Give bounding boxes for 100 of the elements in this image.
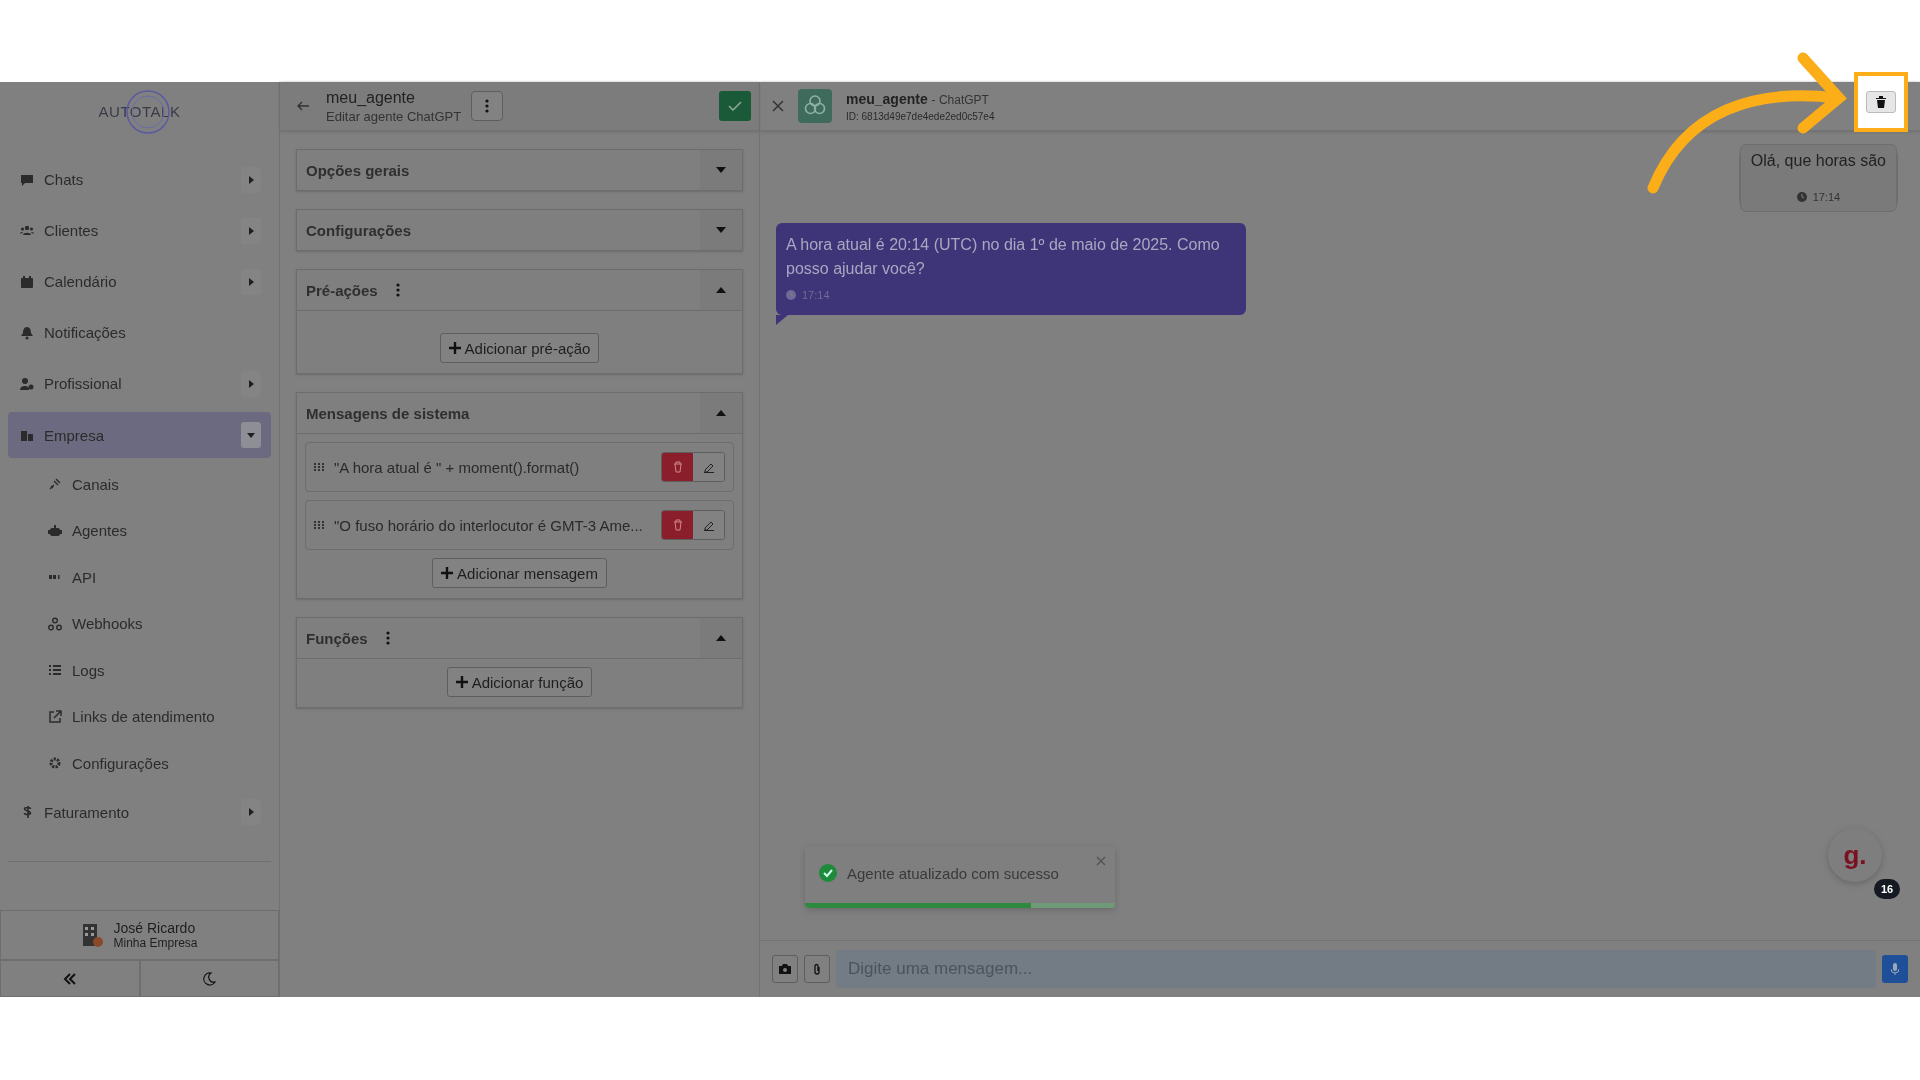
caret-icon — [716, 227, 726, 233]
users-icon — [20, 223, 34, 238]
caret-icon — [716, 410, 726, 416]
list-icon — [48, 663, 62, 678]
webhook-icon — [48, 616, 62, 631]
double-chevron-icon — [62, 972, 77, 985]
caret-button[interactable] — [241, 268, 261, 295]
microphone-icon — [1891, 963, 1899, 975]
pencil-icon — [702, 461, 715, 473]
delete-button[interactable] — [1866, 91, 1896, 113]
agent-name: meu_agente - ChatGPT — [846, 90, 990, 107]
submenu-item[interactable]: Links de atendimento — [8, 693, 271, 740]
plus-icon — [448, 342, 461, 354]
system-message-row[interactable]: "A hora atual é " + moment().format() — [305, 442, 734, 492]
trash-icon — [1876, 96, 1886, 108]
submenu-item[interactable]: Canais — [8, 461, 271, 508]
attach-button[interactable] — [804, 955, 830, 983]
add-button[interactable]: Adicionar pré-ação — [439, 333, 600, 363]
close-button[interactable] — [772, 100, 784, 112]
section-title: Opções gerais — [306, 161, 410, 179]
kebab-icon — [385, 631, 390, 645]
sidebar-item[interactable]: Chats — [8, 154, 271, 205]
agent-subtitle: Editar agente ChatGPT — [326, 108, 462, 124]
moon-icon — [202, 971, 217, 986]
kebab-icon — [485, 99, 490, 113]
submenu-item[interactable]: Webhooks — [8, 600, 271, 647]
message-text: "A hora atual é " + moment().format() — [334, 458, 581, 476]
close-icon — [772, 100, 784, 112]
sidebar-item[interactable]: Faturamento — [8, 786, 271, 838]
sidebar-item[interactable]: Notificações — [8, 307, 271, 358]
submenu-item[interactable]: Configurações — [8, 740, 271, 787]
caret-button[interactable] — [241, 370, 261, 397]
drag-handle-icon[interactable] — [314, 463, 324, 471]
plus-icon — [455, 676, 468, 688]
user-gear-icon — [20, 376, 34, 391]
caret-icon — [247, 431, 255, 439]
external-link-icon — [48, 709, 62, 724]
section-title: Funções — [306, 629, 368, 647]
plus-icon — [441, 567, 454, 579]
microphone-button[interactable] — [1882, 955, 1908, 983]
company-name: Minha Empresa — [113, 936, 198, 950]
caret-icon — [716, 167, 726, 173]
caret-icon — [716, 287, 726, 293]
caret-icon — [247, 277, 255, 286]
add-button[interactable]: Adicionar mensagem — [432, 558, 607, 588]
caret-icon — [247, 226, 255, 235]
chat-widget-button[interactable]: g. — [1828, 828, 1882, 882]
submenu-item[interactable]: API — [8, 554, 271, 601]
user-name: José Ricardo — [113, 920, 197, 936]
trash-icon — [672, 461, 683, 473]
more-button[interactable] — [471, 91, 504, 121]
camera-button[interactable] — [772, 955, 798, 983]
close-button[interactable] — [1096, 856, 1106, 866]
collapse-toggle[interactable] — [700, 618, 742, 658]
agent-id: ID: 6813d49e7de4ede2ed0c57e4 — [846, 110, 995, 122]
clock-icon — [1796, 192, 1807, 202]
pencil-icon — [702, 519, 715, 531]
caret-button[interactable] — [241, 799, 261, 825]
save-button[interactable] — [719, 91, 751, 121]
clock-icon — [786, 290, 796, 300]
calendar-icon — [20, 274, 34, 289]
notification-badge: 16 — [1874, 879, 1900, 899]
paperclip-icon — [812, 963, 822, 975]
check-icon — [728, 101, 742, 111]
drag-handle-icon[interactable] — [314, 521, 324, 529]
collapse-toggle[interactable] — [700, 150, 742, 190]
user-card[interactable]: José Ricardo Minha Empresa — [0, 910, 279, 960]
add-button[interactable]: Adicionar função — [446, 667, 593, 697]
check-icon — [819, 864, 837, 882]
section-title: Mensagens de sistema — [306, 404, 470, 422]
collapse-toggle[interactable] — [700, 210, 742, 250]
sidebar-item[interactable]: Clientes — [8, 205, 271, 256]
sidebar-item[interactable]: Calendário — [8, 256, 271, 307]
caret-icon — [716, 635, 726, 641]
submenu-item[interactable]: Logs — [8, 647, 271, 694]
chat-bubble-icon — [20, 172, 34, 187]
collapse-toggle[interactable] — [700, 393, 742, 433]
section-title: Configurações — [306, 221, 411, 239]
toast-message: Agente atualizado com sucesso — [847, 864, 1059, 882]
bubble-tail — [776, 315, 788, 325]
collapse-toggle[interactable] — [700, 270, 742, 310]
bell-icon — [20, 325, 34, 340]
system-message-row[interactable]: "O fuso horário do interlocutor é GMT-3 Ame... — [305, 500, 734, 550]
message-text: "O fuso horário do interlocutor é GMT-3 Ame... — [334, 516, 644, 534]
caret-button[interactable] — [241, 422, 261, 448]
sidebar-item[interactable]: Profissional — [8, 358, 271, 409]
agent-title: meu_agente — [326, 88, 416, 107]
kebab-icon — [395, 283, 400, 297]
caret-icon — [247, 379, 255, 388]
close-icon — [1096, 856, 1106, 866]
caret-button[interactable] — [241, 166, 261, 193]
building-icon — [20, 428, 34, 442]
sidebar-item[interactable]: Empresa — [8, 412, 271, 458]
caret-button[interactable] — [241, 217, 261, 244]
trash-icon — [672, 519, 683, 531]
back-arrow-icon — [296, 101, 310, 111]
caret-icon — [247, 808, 255, 816]
camera-icon — [779, 964, 791, 974]
submenu-item[interactable]: Agentes — [8, 507, 271, 554]
section-title: Pré-ações — [306, 281, 378, 299]
